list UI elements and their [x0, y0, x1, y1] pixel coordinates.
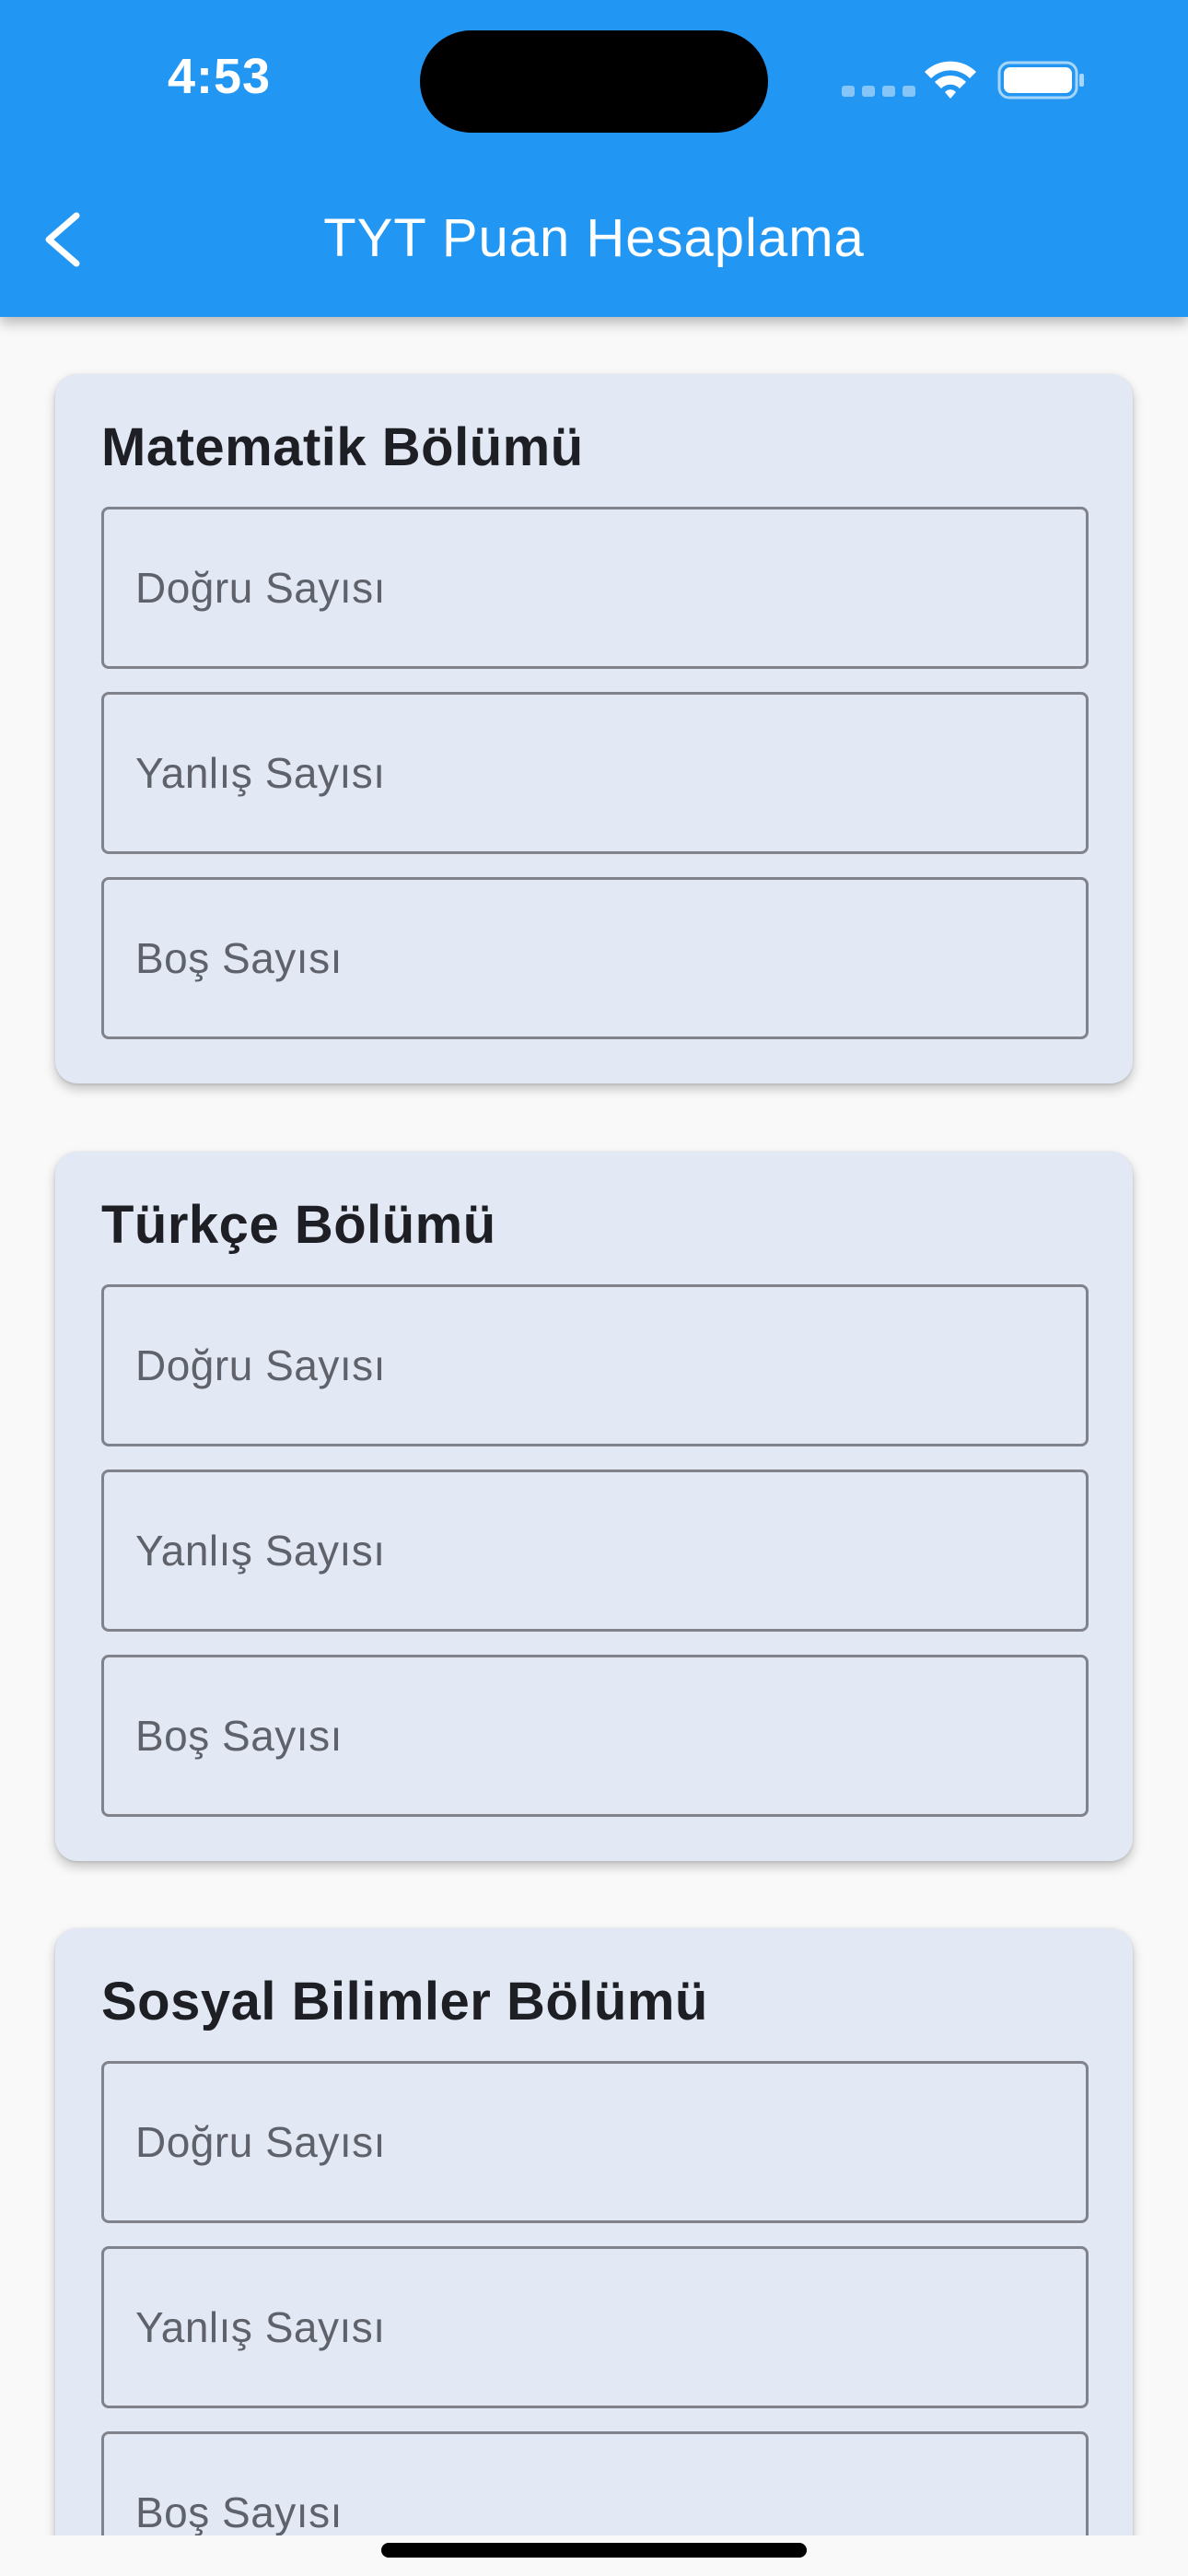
home-indicator[interactable]	[381, 2543, 807, 2558]
wrong-count-field[interactable]: Yanlış Sayısı	[101, 1469, 1089, 1632]
blank-count-field[interactable]: Boş Sayısı	[101, 877, 1089, 1039]
correct-count-field[interactable]: Doğru Sayısı	[101, 2061, 1089, 2223]
screen: 4:53 TYT Puan Hesaplama Matematik Bölümü	[0, 0, 1188, 2576]
blank-count-field[interactable]: Boş Sayısı	[101, 1655, 1089, 1817]
field-label: Boş Sayısı	[135, 1712, 343, 1760]
field-label: Doğru Sayısı	[135, 1341, 386, 1389]
section-title: Matematik Bölümü	[101, 417, 584, 477]
wrong-count-field[interactable]: Yanlış Sayısı	[101, 692, 1089, 854]
correct-count-field[interactable]: Doğru Sayısı	[101, 507, 1089, 669]
app-bar: 4:53 TYT Puan Hesaplama	[0, 0, 1188, 317]
section-card-sosyal-bilimler: Sosyal Bilimler Bölümü Doğru Sayısı Yanl…	[55, 1928, 1133, 2535]
blank-count-field[interactable]: Boş Sayısı	[101, 2431, 1089, 2535]
page-title: TYT Puan Hesaplama	[323, 208, 865, 268]
field-label: Yanlış Sayısı	[135, 2303, 386, 2351]
field-label: Doğru Sayısı	[135, 2118, 386, 2166]
battery-icon	[997, 61, 1084, 100]
section-card-matematik: Matematik Bölümü Doğru Sayısı Yanlış Say…	[55, 374, 1133, 1083]
section-title: Türkçe Bölümü	[101, 1195, 496, 1255]
scroll-content[interactable]: Matematik Bölümü Doğru Sayısı Yanlış Say…	[0, 317, 1188, 2535]
section-title: Sosyal Bilimler Bölümü	[101, 1972, 708, 2032]
wifi-icon	[925, 61, 976, 99]
field-label: Boş Sayısı	[135, 934, 343, 982]
wrong-count-field[interactable]: Yanlış Sayısı	[101, 2246, 1089, 2408]
status-time: 4:53	[168, 49, 272, 104]
field-label: Boş Sayısı	[135, 2488, 343, 2535]
field-label: Yanlış Sayısı	[135, 1527, 386, 1575]
section-card-turkce: Türkçe Bölümü Doğru Sayısı Yanlış Sayısı…	[55, 1152, 1133, 1861]
field-label: Doğru Sayısı	[135, 564, 386, 612]
field-label: Yanlış Sayısı	[135, 749, 386, 797]
correct-count-field[interactable]: Doğru Sayısı	[101, 1284, 1089, 1446]
dynamic-island	[420, 30, 768, 133]
cellular-signal-icon	[842, 86, 915, 97]
